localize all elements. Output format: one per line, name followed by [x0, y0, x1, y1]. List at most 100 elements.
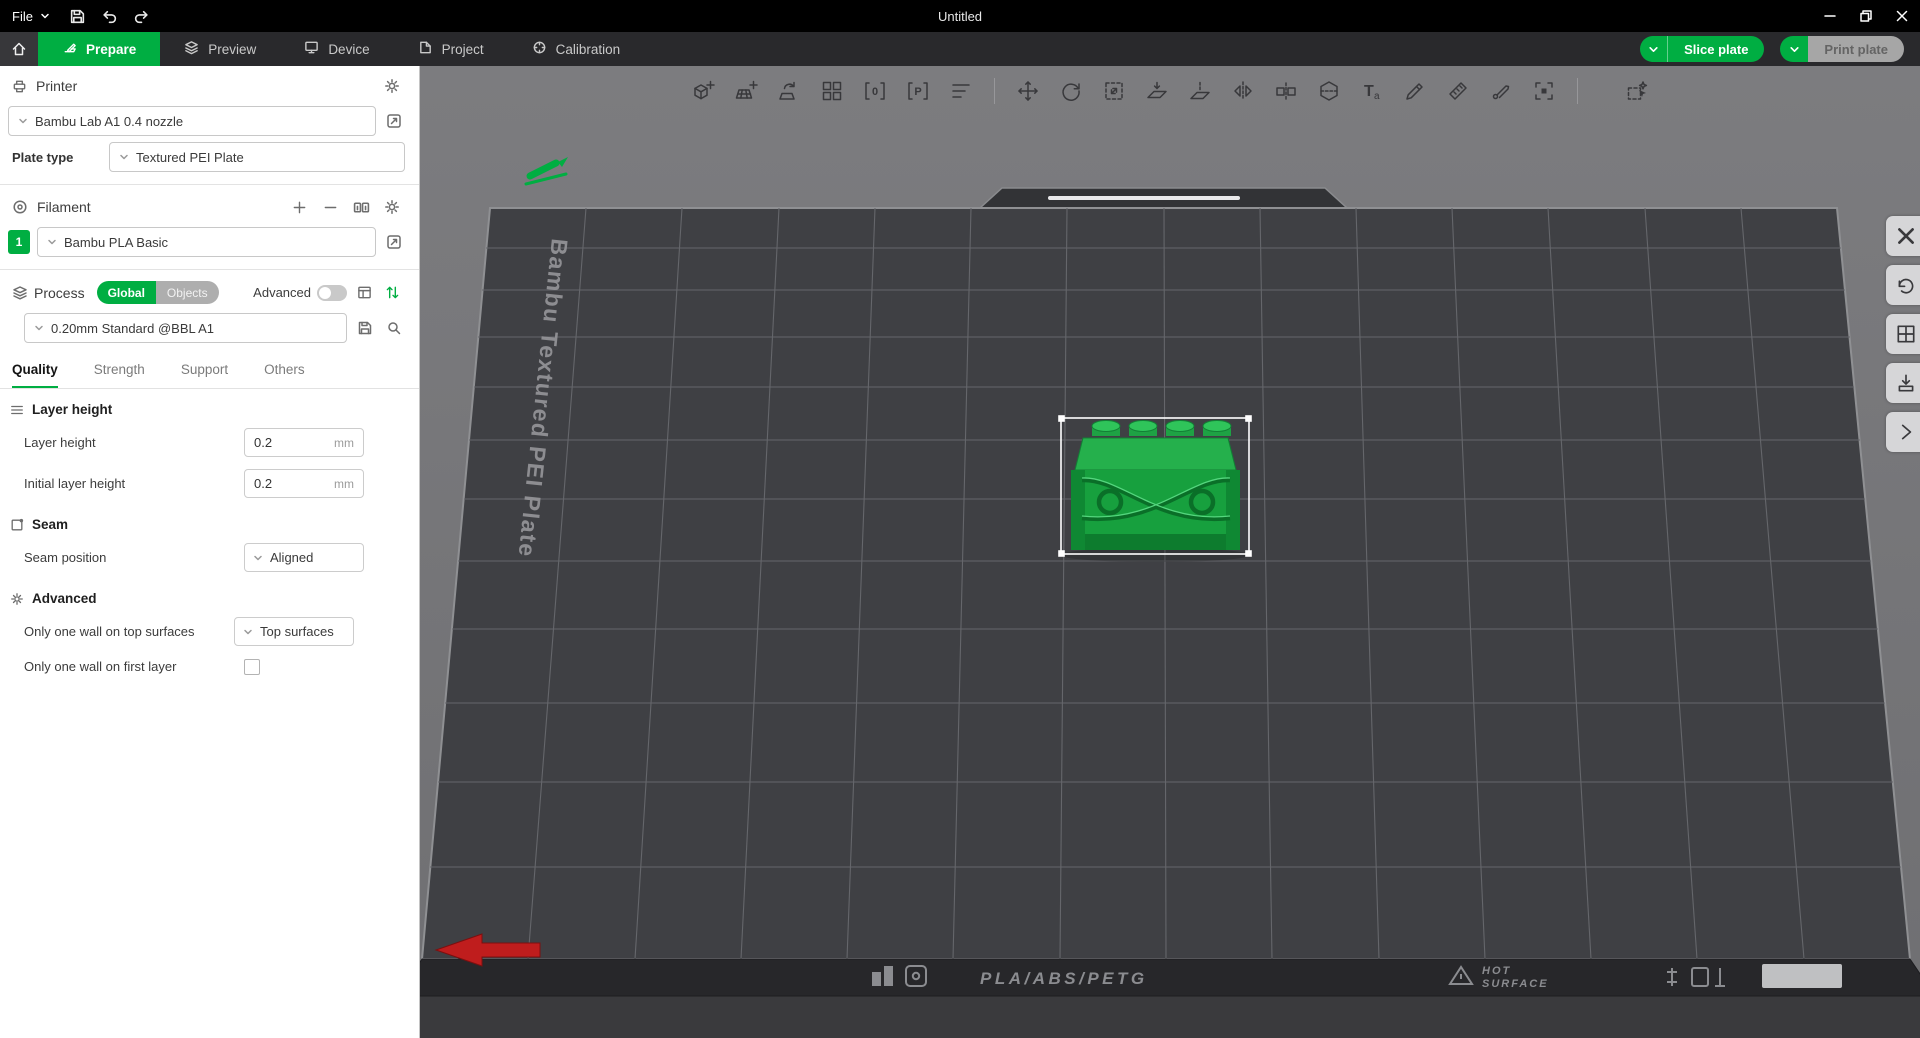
viewport-3d[interactable]: 0 P Ta Bambu Textured PEI Plate PLA/ABS/… — [420, 66, 1920, 1038]
printer-gear-icon[interactable] — [381, 75, 403, 97]
setting-initial-layer-height: Initial layer height mm — [0, 463, 419, 504]
save-preset-icon[interactable] — [354, 317, 376, 339]
seam-painting-icon[interactable] — [1486, 76, 1516, 106]
mirror-icon[interactable] — [1228, 76, 1258, 106]
add-filament-icon[interactable] — [288, 196, 310, 218]
plate-type-row: Plate type Textured PEI Plate — [0, 139, 419, 175]
tab-preview[interactable]: Preview — [160, 32, 280, 66]
add-object-icon[interactable] — [688, 76, 718, 106]
search-preset-icon[interactable] — [383, 317, 405, 339]
assembly-view-icon[interactable] — [1529, 76, 1559, 106]
printer-preset-combo[interactable]: Bambu Lab A1 0.4 nozzle — [8, 106, 376, 136]
plate-name-icon[interactable]: P — [903, 76, 933, 106]
filament-preset-row: 1 Bambu PLA Basic — [0, 224, 419, 260]
seam-position-dropdown[interactable]: Aligned — [244, 543, 364, 572]
clipped-arrange-icon[interactable] — [1886, 314, 1920, 354]
scope-objects-button[interactable]: Objects — [155, 281, 219, 304]
maximize-button[interactable] — [1848, 0, 1884, 32]
arrange-icon[interactable] — [817, 76, 847, 106]
plate-sketch-pencil-icon[interactable] — [524, 157, 568, 186]
parameter-table-icon[interactable] — [353, 282, 375, 304]
advanced-mode-toggle[interactable] — [317, 284, 347, 301]
measure-icon[interactable] — [1443, 76, 1473, 106]
seam-position-label: Seam position — [24, 549, 107, 565]
move-icon[interactable] — [1013, 76, 1043, 106]
surface-label: SURFACE — [1482, 978, 1549, 990]
preview-icon — [184, 40, 199, 58]
toolbar-separator — [1577, 78, 1578, 104]
slice-plate-button[interactable]: Slice plate — [1640, 36, 1765, 62]
one-wall-first-label: Only one wall on first layer — [24, 659, 177, 674]
build-plate-scene[interactable]: Bambu Textured PEI Plate PLA/ABS/PETG HO… — [420, 66, 1920, 1038]
filament-slot-badge[interactable]: 1 — [8, 230, 30, 254]
text-tool-icon[interactable]: Ta — [1357, 76, 1387, 106]
print-options-chevron-icon[interactable] — [1780, 36, 1809, 62]
print-plate-button[interactable]: Print plate — [1780, 36, 1904, 62]
process-compare-icon[interactable] — [381, 282, 403, 304]
tab-prepare[interactable]: Prepare — [38, 32, 161, 66]
process-preset-combo[interactable]: 0.20mm Standard @BBL A1 — [24, 313, 347, 343]
save-project-icon[interactable] — [62, 0, 94, 32]
tab-quality[interactable]: Quality — [12, 362, 58, 388]
tab-calibration[interactable]: Calibration — [508, 32, 645, 66]
clipped-import-icon[interactable] — [1886, 363, 1920, 403]
plate-counter-icon[interactable]: 0 — [860, 76, 890, 106]
clipped-auto-orient-icon[interactable] — [1886, 265, 1920, 305]
printer-preset-row: Bambu Lab A1 0.4 nozzle — [0, 103, 419, 139]
scope-global-button[interactable]: Global — [96, 281, 156, 304]
initial-layer-height-input[interactable] — [254, 476, 330, 491]
one-wall-top-dropdown[interactable]: Top surfaces — [234, 617, 354, 646]
advanced-icon — [10, 592, 24, 606]
file-menu[interactable]: File — [0, 0, 62, 32]
plate-settings-icon[interactable] — [946, 76, 976, 106]
section-divider — [0, 269, 419, 270]
printer-preset-value: Bambu Lab A1 0.4 nozzle — [35, 113, 184, 129]
hot-label: HOT — [1482, 965, 1511, 977]
tab-support[interactable]: Support — [181, 362, 228, 388]
tab-preview-label: Preview — [208, 41, 257, 57]
add-plate-icon[interactable] — [731, 76, 761, 106]
close-button[interactable] — [1884, 0, 1920, 32]
clipped-expand-icon[interactable] — [1886, 412, 1920, 452]
tab-device[interactable]: Device — [280, 32, 393, 66]
filament-preset-combo[interactable]: Bambu PLA Basic — [37, 227, 376, 257]
model-object[interactable] — [1058, 415, 1252, 562]
layer-height-input[interactable] — [254, 435, 330, 450]
cut-icon[interactable] — [1185, 76, 1215, 106]
one-wall-first-checkbox[interactable] — [244, 658, 260, 675]
build-plate[interactable]: Bambu Textured PEI Plate — [420, 207, 1912, 960]
tab-project[interactable]: Project — [394, 32, 508, 66]
plate-actions: Slice plate Print plate — [1640, 32, 1920, 66]
skirt-material-text: PLA/ABS/PETG — [980, 969, 1148, 988]
plate-type-combo[interactable]: Textured PEI Plate — [109, 142, 405, 172]
undo-icon[interactable] — [94, 0, 126, 32]
project-icon — [418, 40, 433, 58]
clipped-right-toolbar — [1886, 216, 1920, 452]
filament-section-title: Filament — [37, 199, 91, 215]
edit-filament-preset-icon[interactable] — [383, 231, 405, 253]
auto-orient-icon[interactable] — [774, 76, 804, 106]
lay-on-face-icon[interactable] — [1142, 76, 1172, 106]
scale-icon[interactable] — [1099, 76, 1129, 106]
remove-filament-icon[interactable] — [319, 196, 341, 218]
slice-options-chevron-icon[interactable] — [1640, 36, 1669, 62]
filament-gear-icon[interactable] — [381, 196, 403, 218]
tab-others[interactable]: Others — [264, 362, 305, 388]
ams-mapping-icon[interactable] — [350, 196, 372, 218]
main-tabbar: Prepare Preview Device Project Calibrati… — [0, 32, 1920, 66]
edit-printer-preset-icon[interactable] — [383, 110, 405, 132]
group-layer-height-title: Layer height — [32, 402, 113, 417]
redo-icon[interactable] — [126, 0, 158, 32]
setting-one-wall-top: Only one wall on top surfaces Top surfac… — [0, 611, 419, 652]
minimize-button[interactable] — [1812, 0, 1848, 32]
calibration-icon — [532, 40, 547, 58]
rotate-icon[interactable] — [1056, 76, 1086, 106]
clipped-close-icon[interactable] — [1886, 216, 1920, 256]
tab-strength[interactable]: Strength — [94, 362, 145, 388]
variable-layer-height-icon[interactable] — [1622, 76, 1652, 106]
split-to-parts-icon[interactable] — [1314, 76, 1344, 106]
home-button[interactable] — [0, 32, 38, 66]
color-painting-icon[interactable] — [1400, 76, 1430, 106]
split-to-objects-icon[interactable] — [1271, 76, 1301, 106]
viewport-toolbar: 0 P Ta — [688, 76, 1652, 106]
